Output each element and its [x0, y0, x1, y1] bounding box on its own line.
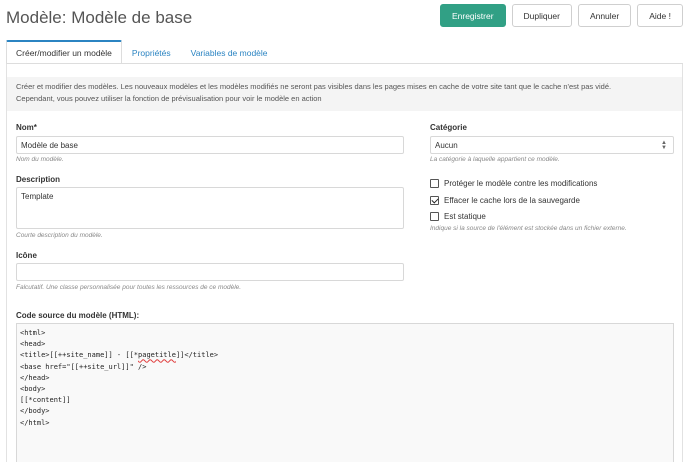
template-code-editor[interactable]: <html> <head> <title>[[++site_name]] - […	[16, 323, 674, 462]
cancel-button[interactable]: Annuler	[577, 4, 632, 27]
clear-cache-option[interactable]: Effacer le cache lors de la sauvegarde	[430, 196, 580, 205]
description-field[interactable]: Template	[16, 187, 404, 229]
static-hint: Indique si la source de l'élément est st…	[430, 225, 627, 232]
code-line: <html>	[20, 329, 46, 337]
page-title: Modèle: Modèle de base	[6, 8, 193, 27]
code-line: <head>	[20, 340, 46, 349]
category-label: Catégorie	[430, 123, 467, 132]
duplicate-button[interactable]: Dupliquer	[511, 4, 572, 27]
category-select-value: Aucun	[435, 140, 458, 150]
code-line: </html>	[20, 418, 50, 427]
toolbar: Enregistrer Dupliquer Annuler Aide !	[439, 4, 683, 27]
select-arrows-icon: ▲ ▼	[661, 140, 667, 151]
tab-panel: Créer et modifier des modèles. Les nouve…	[6, 64, 683, 462]
category-select[interactable]: Aucun ▲ ▼	[430, 136, 674, 154]
help-button[interactable]: Aide !	[637, 4, 683, 27]
save-button[interactable]: Enregistrer	[439, 4, 506, 27]
code-line: </head>	[20, 373, 50, 382]
code-line: [[*content]]	[20, 396, 71, 405]
code-line: <body>	[20, 384, 46, 393]
code-line: </body>	[20, 407, 50, 416]
code-line: <title>[[++site_name]] - [[*pagetitle]]<…	[20, 351, 219, 360]
intro-line-1: Créer et modifier des modèles. Les nouve…	[16, 82, 612, 91]
description-label: Description	[16, 175, 61, 184]
code-line: <base href="[[++site_url]]" />	[20, 362, 147, 371]
name-field[interactable]: Modèle de base	[16, 136, 404, 154]
name-hint: Nom du modèle.	[16, 156, 64, 163]
icon-hint: Falcutatif. Une classe personnalisée pou…	[16, 284, 242, 291]
protect-label: Protéger le modèle contre les modificati…	[444, 179, 598, 188]
clear-cache-checkbox[interactable]	[430, 196, 439, 205]
header: Modèle: Modèle de base Enregistrer Dupli…	[0, 0, 690, 40]
icon-field[interactable]	[16, 263, 404, 281]
tab-bar: Créer/modifier un modèle Propriétés Vari…	[6, 40, 278, 64]
name-label: Nom*	[16, 123, 37, 132]
static-checkbox[interactable]	[430, 212, 439, 221]
intro-line-2: Cependant, vous pouvez utiliser la fonct…	[16, 94, 322, 103]
tab-template-variables[interactable]: Variables de modèle	[181, 40, 278, 64]
clear-cache-label: Effacer le cache lors de la sauvegarde	[444, 196, 580, 205]
description-hint: Courte description du modèle.	[16, 232, 103, 239]
protect-option[interactable]: Protéger le modèle contre les modificati…	[430, 179, 597, 188]
icon-label: Icône	[16, 251, 37, 260]
protect-checkbox[interactable]	[430, 179, 439, 188]
category-hint: La catégorie à laquelle appartient ce mo…	[430, 156, 560, 163]
intro-notice: Créer et modifier des modèles. Les nouve…	[7, 77, 682, 111]
tab-properties[interactable]: Propriétés	[122, 40, 181, 64]
static-option[interactable]: Est statique	[430, 212, 486, 221]
tab-create-edit-template[interactable]: Créer/modifier un modèle	[6, 40, 122, 64]
static-label: Est statique	[444, 212, 486, 221]
code-label: Code source du modèle (HTML):	[16, 311, 140, 320]
